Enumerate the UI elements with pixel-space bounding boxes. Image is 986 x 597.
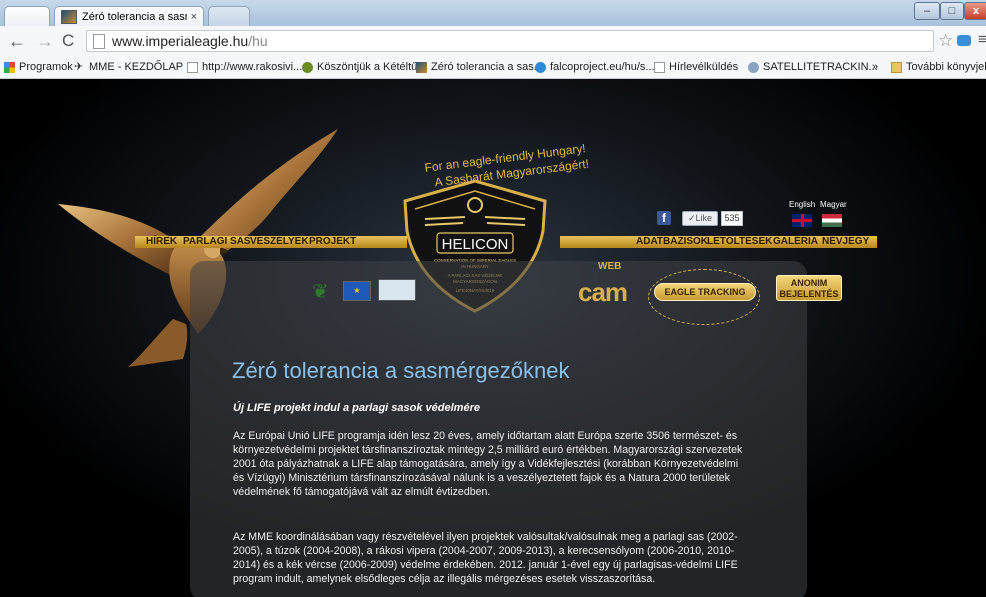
- eagle-tracking-button[interactable]: EAGLE TRACKING: [654, 283, 756, 301]
- frog-icon: [302, 61, 313, 73]
- page-icon: [654, 61, 665, 73]
- hungary-flag-icon[interactable]: [822, 214, 842, 227]
- minimize-button[interactable]: –: [914, 2, 940, 20]
- nav-adatbazisok[interactable]: ADATBÁZISOK: [636, 236, 708, 248]
- folder-icon: [891, 61, 902, 73]
- national-park-logo-icon[interactable]: [378, 279, 416, 301]
- bookmark-mme[interactable]: ✈ MME - KEZDŐLAP: [74, 61, 183, 73]
- bookmark-label: Köszöntjük a Kétéltű...: [317, 61, 427, 73]
- article-paragraph: Az MME koordinálásában vagy részvételéve…: [233, 531, 738, 585]
- webcam-label: cam: [578, 277, 628, 307]
- web-page: HÍREK PARLAGI SAS VESZÉLYEK PROJEKT ADAT…: [0, 79, 986, 597]
- page-icon: [187, 61, 198, 73]
- back-arrow-icon[interactable]: ←: [8, 32, 26, 50]
- new-tab-button[interactable]: [208, 6, 250, 26]
- nav-hirek[interactable]: HÍREK: [146, 236, 177, 248]
- tab-close-icon[interactable]: ×: [191, 11, 197, 23]
- bookmark-label: falcoproject.eu/hu/s...: [550, 61, 655, 73]
- article-paragraph: Az Európai Unió LIFE programja idén lesz…: [233, 430, 743, 498]
- bookmark-label: További könyvjelzők: [906, 61, 986, 73]
- nav-galeria[interactable]: GALÉRIA: [773, 236, 818, 248]
- bookmark-zero-tolerancia[interactable]: Zéró tolerancia a sas...: [416, 61, 543, 73]
- lang-english-label[interactable]: English: [789, 200, 815, 209]
- page-icon: [93, 33, 105, 49]
- browser-title-bar: Zéró tolerancia a sasmérg × – □ x: [0, 0, 986, 26]
- bookmarks-bar: Programok ✈ MME - KEZDŐLAP http://www.ra…: [0, 58, 986, 79]
- tab-active[interactable]: Zéró tolerancia a sasmérg ×: [54, 6, 204, 26]
- nav-nevjegy[interactable]: NÉVJEGY: [822, 236, 869, 248]
- forward-arrow-icon[interactable]: →: [36, 32, 54, 50]
- globe-icon: [535, 61, 546, 73]
- bookmark-other[interactable]: További könyvjelzők: [891, 61, 986, 73]
- eu-life-logo-icon[interactable]: ★: [343, 281, 371, 301]
- bookmark-falcoproject[interactable]: falcoproject.eu/hu/s...: [535, 61, 655, 73]
- address-bar[interactable]: www.imperialeagle.hu /hu: [86, 30, 934, 52]
- facebook-like-button[interactable]: ✓Like: [682, 211, 718, 226]
- tab-title: Zéró tolerancia a sasmérg: [82, 10, 187, 23]
- apps-grid-icon: [4, 61, 15, 73]
- url-path: /hu: [248, 33, 268, 49]
- reload-icon[interactable]: C: [62, 32, 74, 50]
- webcam-small-label: WEB: [598, 261, 622, 272]
- url-host: www.imperialeagle.hu: [112, 33, 249, 49]
- bookmark-label: Hírlevélküldés: [669, 61, 739, 73]
- menu-icon[interactable]: ≡: [978, 31, 986, 48]
- nav-letoltesek[interactable]: LETÖLTÉSEK: [707, 236, 772, 248]
- bookmark-satellitetracking[interactable]: SATELLITETRACKIN...: [748, 61, 878, 73]
- nav-veszelyek[interactable]: VESZÉLYEK: [250, 236, 309, 248]
- anonymous-report-button[interactable]: ANONIM BEJELENTÉS: [776, 275, 842, 301]
- satellite-icon: [748, 61, 759, 73]
- chevron-icon: »: [872, 61, 879, 73]
- article-subtitle: Új LIFE projekt indul a parlagi sasok vé…: [233, 402, 480, 414]
- uk-flag-icon[interactable]: [792, 214, 812, 227]
- bookmark-label: MME - KEZDŐLAP: [89, 61, 184, 73]
- bookmark-label: http://www.rakosivi...: [202, 61, 303, 73]
- profile-tab[interactable]: [4, 6, 50, 26]
- mme-bird-logo-icon[interactable]: ❦: [312, 279, 329, 304]
- lang-hungarian-label[interactable]: Magyar: [820, 200, 847, 209]
- bookmarks-overflow-chevron[interactable]: »: [872, 61, 878, 73]
- close-window-button[interactable]: x: [964, 2, 986, 20]
- logo-name: HELICON: [442, 236, 509, 253]
- bookmark-label: SATELLITETRACKIN...: [763, 61, 878, 73]
- site-favicon-icon: [416, 61, 427, 73]
- facebook-icon[interactable]: f: [657, 211, 671, 225]
- extension-icon[interactable]: [957, 35, 971, 46]
- site-favicon-icon: [61, 9, 77, 24]
- nav-parlagi-sas[interactable]: PARLAGI SAS: [183, 236, 251, 248]
- bookmark-star-icon[interactable]: ☆: [938, 31, 953, 51]
- bird-icon: ✈: [74, 60, 84, 73]
- anon-line-1: ANONIM: [790, 278, 828, 288]
- bookmark-apps[interactable]: Programok: [4, 61, 73, 73]
- browser-toolbar: ← → C www.imperialeagle.hu /hu ☆ ≡: [0, 26, 986, 59]
- maximize-button[interactable]: □: [940, 2, 964, 20]
- bookmark-rakosivi[interactable]: http://www.rakosivi...: [187, 61, 302, 73]
- like-count: 535: [721, 211, 743, 226]
- like-label: Like: [695, 213, 713, 223]
- bookmark-label: Zéró tolerancia a sas...: [431, 61, 543, 73]
- article-title: Zéró tolerancia a sasmérgezőknek: [232, 358, 570, 383]
- bookmark-keteltu[interactable]: Köszöntjük a Kétéltű...: [302, 61, 426, 73]
- bookmark-hirlevel[interactable]: Hírlevélküldés: [654, 61, 738, 73]
- nav-projekt[interactable]: PROJEKT: [309, 236, 356, 248]
- anon-line-2: BEJELENTÉS: [779, 289, 839, 299]
- bookmark-label: Programok: [19, 61, 73, 73]
